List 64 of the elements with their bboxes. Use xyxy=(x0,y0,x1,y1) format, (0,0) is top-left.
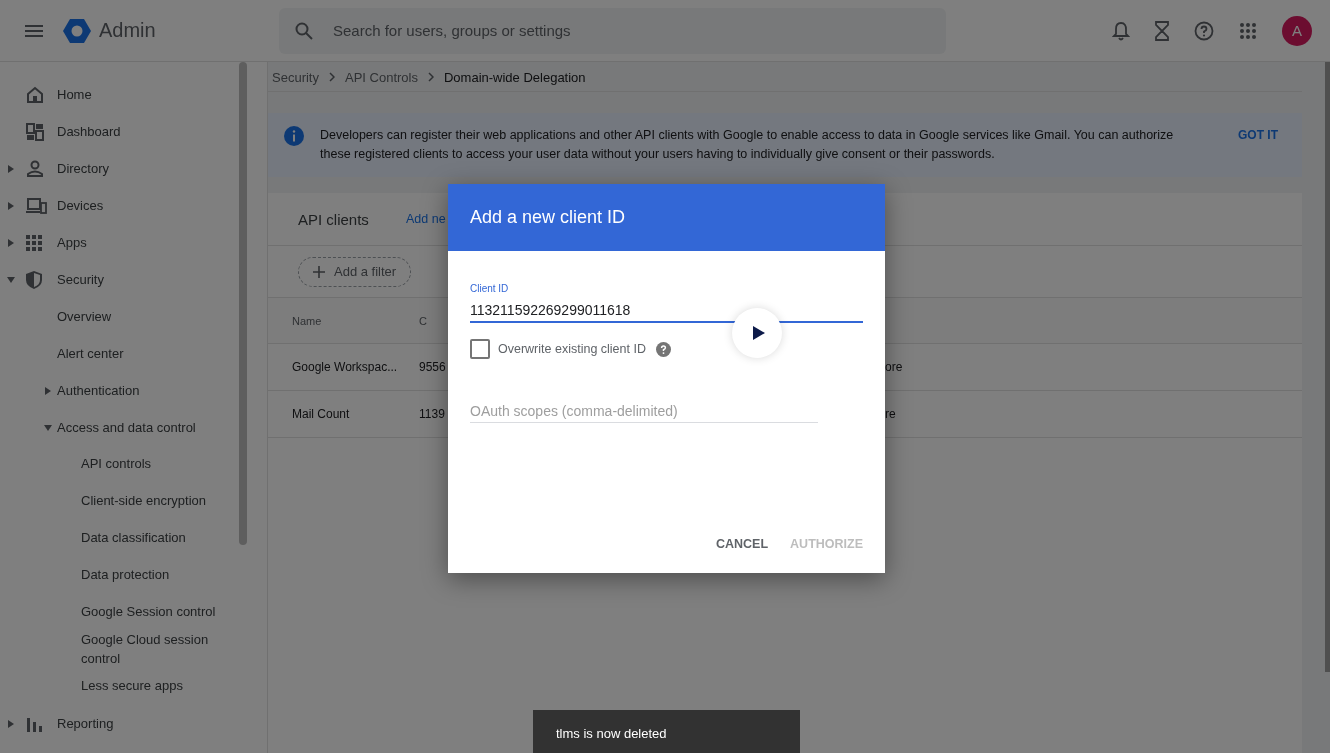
table-cell-text: 9556 xyxy=(419,360,447,374)
nav-item[interactable]: API controls xyxy=(0,446,221,483)
dashboard-icon xyxy=(25,121,45,142)
nav-item[interactable]: Reporting xyxy=(0,705,267,742)
search-icon xyxy=(295,21,313,40)
play-icon xyxy=(753,326,765,340)
menu-icon[interactable] xyxy=(25,24,43,37)
checkbox-label: Overwrite existing client ID xyxy=(498,342,646,356)
banner-message: Developers can register their web applications and other API clients with Google to enable access to data in Google services like Gmail. You can authorize these registered clients to access your user data without your users having to individually give consent or their passwords. xyxy=(320,127,1175,163)
apps-grid-icon[interactable] xyxy=(1239,21,1257,40)
nav-item[interactable]: Data protection xyxy=(0,557,221,594)
table-cell-text: 1139 xyxy=(419,407,446,421)
field-label: Client ID xyxy=(470,283,510,294)
dialog-title: Add a new client ID xyxy=(470,207,626,228)
chevron-right-icon xyxy=(328,72,335,82)
account-avatar[interactable]: A xyxy=(1282,15,1312,46)
add-new-link[interactable]: Add ne xyxy=(406,212,446,226)
nav-item[interactable]: Less secure apps xyxy=(0,668,221,705)
got-it-button[interactable]: GOT IT xyxy=(1208,126,1278,142)
checkbox[interactable] xyxy=(470,339,490,359)
product-name: Admin xyxy=(99,19,157,42)
column-header: Name xyxy=(292,314,323,327)
scrollbar[interactable] xyxy=(239,62,247,545)
card-title: API clients xyxy=(298,210,370,228)
table-cell: re xyxy=(885,407,896,421)
help-icon[interactable] xyxy=(1194,20,1214,41)
shield-icon xyxy=(25,269,43,290)
table-cell-text: Google Workspac... xyxy=(292,360,399,374)
nav-item[interactable]: Google Cloud session control xyxy=(0,631,221,668)
hexagon-logo-icon xyxy=(63,17,91,44)
nav-item[interactable]: Data classification xyxy=(0,520,221,557)
dialog-button[interactable]: CANCEL xyxy=(702,531,769,557)
plus-icon xyxy=(313,265,325,278)
person-icon xyxy=(25,158,45,179)
hourglass-icon[interactable] xyxy=(1155,20,1169,41)
scrollbar[interactable] xyxy=(1325,62,1330,672)
oauth-scopes-input[interactable]: OAuth scopes (comma-delimited) xyxy=(470,403,818,422)
caret-icon xyxy=(7,276,15,283)
caret-icon xyxy=(45,386,51,395)
help-icon[interactable] xyxy=(655,341,671,357)
search-field[interactable]: Search for users, groups or settings xyxy=(279,7,946,54)
caret-icon xyxy=(8,719,14,728)
bell-icon[interactable] xyxy=(1112,20,1130,41)
client-id-input[interactable]: 113211592269299011618 xyxy=(470,302,863,321)
chevron-right-icon xyxy=(427,72,434,82)
table-cell: ore xyxy=(885,360,903,374)
breadcrumb-item: Domain-wide Delegation xyxy=(443,69,586,85)
add-filter-chip[interactable]: Add a filter xyxy=(298,256,412,287)
breadcrumb-item[interactable]: Security xyxy=(272,69,319,85)
info-icon xyxy=(284,126,304,146)
caret-icon xyxy=(44,424,52,431)
nav-item[interactable]: Google Session control xyxy=(0,594,221,631)
caret-icon xyxy=(8,164,14,173)
column-header: C xyxy=(419,314,428,327)
snackbar-message: tlms is now deleted xyxy=(556,726,667,741)
breadcrumb-item[interactable]: API Controls xyxy=(344,69,418,85)
apps-grid-icon xyxy=(25,233,43,252)
home-icon xyxy=(25,84,45,105)
caret-icon xyxy=(8,238,14,247)
search-input[interactable]: Search for users, groups or settings xyxy=(331,21,930,40)
caret-icon xyxy=(8,201,14,210)
table-cell-text: Mail Count xyxy=(292,407,351,421)
devices-icon xyxy=(25,195,47,216)
nav-item[interactable]: Client-side encryption xyxy=(0,483,221,520)
